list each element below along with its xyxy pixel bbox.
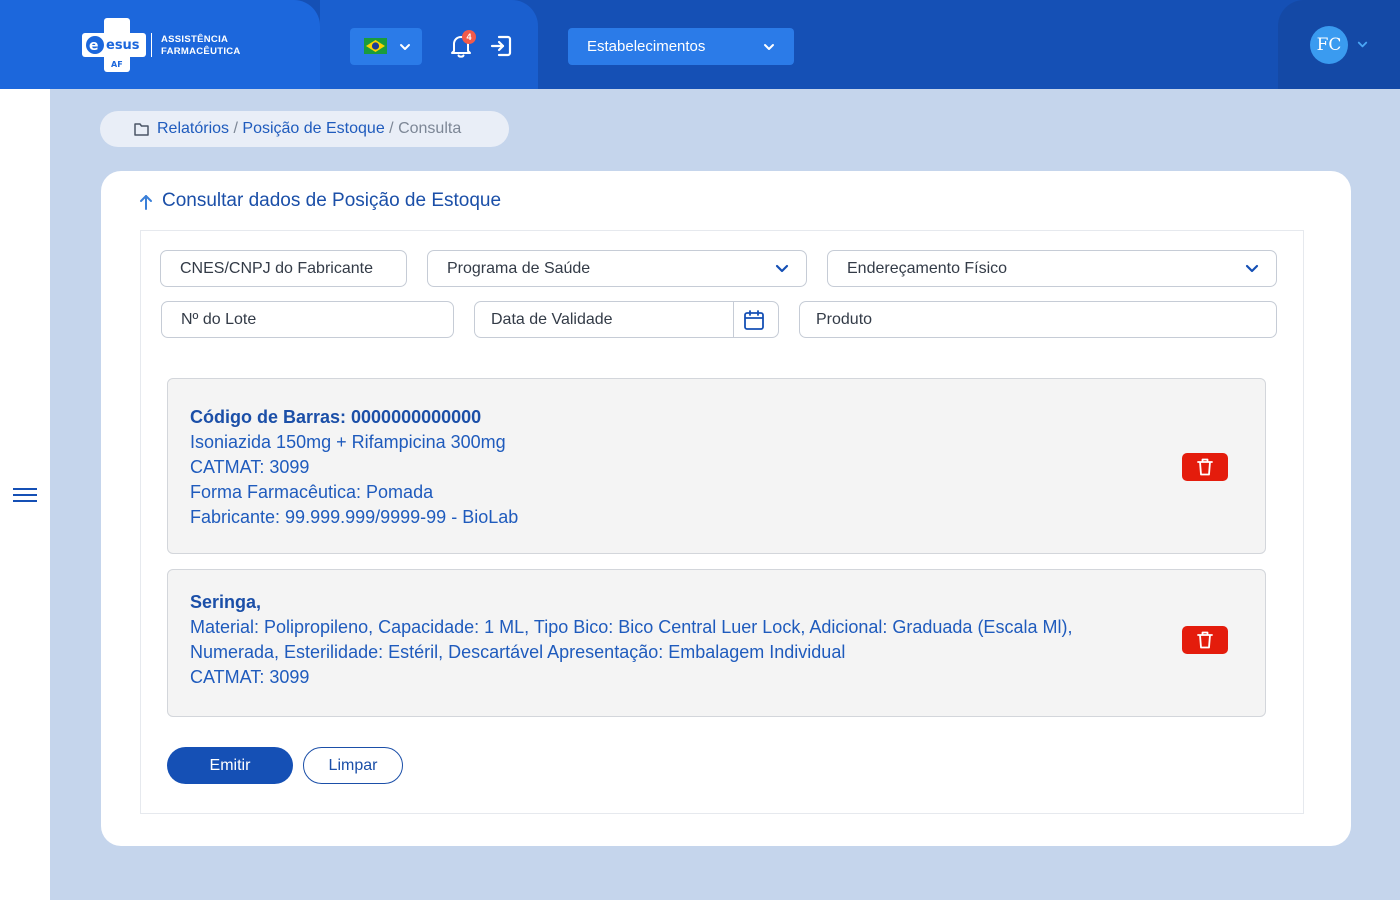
programa-saude-placeholder: Programa de Saúde bbox=[447, 260, 591, 277]
breadcrumb: Relatórios / Posição de Estoque / Consul… bbox=[100, 111, 509, 147]
folder-icon bbox=[134, 123, 149, 136]
breadcrumb-separator: / bbox=[389, 120, 394, 137]
calendar-divider bbox=[733, 302, 734, 337]
chevron-down-icon[interactable] bbox=[1356, 38, 1369, 51]
item-description: Material: Polipropileno, Capacidade: 1 M… bbox=[190, 617, 1073, 637]
establishment-dropdown[interactable]: Estabelecimentos bbox=[568, 28, 794, 65]
cnes-field[interactable]: CNES/CNPJ do Fabricante bbox=[160, 250, 407, 287]
item-catmat: CATMAT: 3099 bbox=[190, 667, 310, 687]
language-selector[interactable] bbox=[350, 28, 422, 65]
brazil-flag-icon bbox=[364, 38, 387, 54]
logout-icon[interactable] bbox=[489, 34, 513, 58]
svg-text:e: e bbox=[89, 38, 99, 54]
delete-item-button[interactable] bbox=[1182, 626, 1228, 654]
clear-button[interactable]: Limpar bbox=[303, 747, 403, 784]
enderecamento-placeholder: Endereçamento Físico bbox=[847, 260, 1008, 277]
chevron-down-icon bbox=[400, 44, 410, 50]
item-form: Forma Farmacêutica: Pomada bbox=[190, 482, 434, 502]
produto-placeholder: Produto bbox=[816, 311, 873, 328]
calendar-icon[interactable] bbox=[743, 309, 765, 331]
lote-placeholder: Nº do Lote bbox=[181, 311, 257, 328]
chevron-down-icon bbox=[1245, 264, 1259, 273]
validade-field[interactable]: Data de Validade bbox=[474, 301, 779, 338]
logo-line-1: ASSISTÊNCIA bbox=[161, 34, 229, 45]
logo-brand: esus bbox=[106, 38, 140, 53]
header-logo-section bbox=[0, 0, 320, 89]
item-catmat: CATMAT: 3099 bbox=[190, 457, 310, 477]
delete-item-button[interactable] bbox=[1182, 453, 1228, 481]
produto-field[interactable]: Produto bbox=[799, 301, 1277, 338]
item-manufacturer: Fabricante: 99.999.999/9999-99 - BioLab bbox=[190, 507, 519, 527]
breadcrumb-item-posicao[interactable]: Posição de Estoque bbox=[242, 120, 384, 137]
item-name: Seringa, bbox=[190, 592, 262, 612]
lote-field[interactable]: Nº do Lote bbox=[161, 301, 454, 338]
breadcrumb-separator: / bbox=[233, 120, 238, 137]
breadcrumb-item-relatorios[interactable]: Relatórios bbox=[157, 120, 229, 137]
breadcrumb-item-consulta: Consulta bbox=[398, 120, 462, 137]
chevron-down-icon bbox=[775, 264, 789, 273]
item-barcode: Código de Barras: 0000000000000 bbox=[190, 407, 482, 427]
logo-line-2: FARMACÊUTICA bbox=[161, 46, 241, 57]
logo-sub: AF bbox=[111, 60, 123, 69]
card-title[interactable]: Consultar dados de Posição de Estoque bbox=[162, 190, 501, 212]
item-description: Isoniazida 150mg + Rifampicina 300mg bbox=[190, 432, 506, 452]
chevron-down-icon bbox=[764, 44, 774, 50]
validade-placeholder: Data de Validade bbox=[491, 311, 613, 328]
notification-badge: 4 bbox=[462, 30, 476, 44]
user-avatar[interactable]: FC bbox=[1310, 26, 1348, 64]
esus-logo-icon[interactable]: e esus AF bbox=[82, 18, 146, 72]
item-description-cont: Numerada, Esterilidade: Estéril, Descart… bbox=[190, 642, 846, 662]
enderecamento-select[interactable]: Endereçamento Físico bbox=[827, 250, 1277, 287]
arrow-up-icon[interactable] bbox=[139, 194, 153, 210]
establishment-label: Estabelecimentos bbox=[587, 38, 706, 55]
emit-button[interactable]: Emitir bbox=[167, 747, 293, 784]
logo-text: ASSISTÊNCIA FARMACÊUTICA bbox=[161, 34, 241, 58]
trash-icon bbox=[1197, 458, 1213, 476]
cnes-placeholder: CNES/CNPJ do Fabricante bbox=[180, 260, 373, 277]
programa-saude-select[interactable]: Programa de Saúde bbox=[427, 250, 807, 287]
menu-icon[interactable] bbox=[12, 486, 38, 504]
trash-icon bbox=[1197, 631, 1213, 649]
logo-divider bbox=[151, 33, 152, 57]
